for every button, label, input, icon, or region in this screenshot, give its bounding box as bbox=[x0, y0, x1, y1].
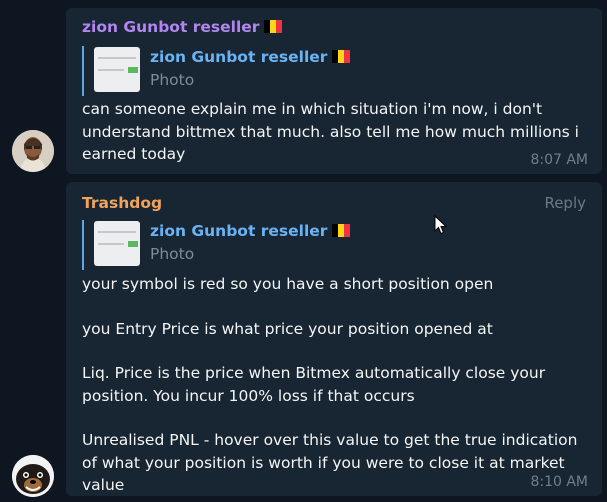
reply-sender: zion Gunbot reseller bbox=[150, 222, 351, 240]
avatar-image bbox=[12, 130, 54, 172]
reply-button[interactable]: Reply bbox=[544, 194, 586, 212]
user-avatar-zion[interactable] bbox=[12, 130, 54, 172]
mouse-cursor-icon bbox=[434, 215, 448, 235]
sender-label: zion Gunbot reseller bbox=[82, 18, 260, 36]
reply-sender-label: zion Gunbot reseller bbox=[150, 48, 328, 66]
message-paragraph: you Entry Price is what price your posit… bbox=[82, 319, 493, 338]
sender-name[interactable]: zion Gunbot reseller bbox=[82, 18, 283, 36]
sender-name[interactable]: Trashdog bbox=[82, 194, 162, 212]
message-paragraph: Liq. Price is the price when Bitmex auto… bbox=[82, 364, 546, 405]
message-bubble[interactable]: Trashdog Reply zion Gunbot reseller Phot… bbox=[66, 182, 602, 496]
avatar-image bbox=[12, 455, 54, 497]
belgium-flag-icon bbox=[332, 224, 351, 237]
message-time: 8:07 AM bbox=[530, 152, 588, 168]
reply-sender-label: zion Gunbot reseller bbox=[150, 222, 328, 240]
reply-media-type: Photo bbox=[150, 71, 195, 89]
reply-media-type: Photo bbox=[150, 245, 195, 263]
photo-thumbnail bbox=[94, 47, 140, 92]
reply-sender: zion Gunbot reseller bbox=[150, 48, 351, 66]
belgium-flag-icon bbox=[264, 20, 283, 33]
belgium-flag-icon bbox=[332, 50, 351, 63]
message-paragraph: can someone explain me in which situatio… bbox=[82, 100, 579, 163]
message-text: your symbol is red so you have a short p… bbox=[82, 273, 590, 497]
message-paragraph: Unrealised PNL - hover over this value t… bbox=[82, 431, 578, 494]
message-bubble[interactable]: zion Gunbot reseller zion Gunbot reselle… bbox=[66, 8, 602, 174]
reply-preview[interactable]: zion Gunbot reseller Photo bbox=[82, 46, 354, 96]
photo-thumbnail bbox=[94, 221, 140, 266]
user-avatar-trashdog[interactable] bbox=[12, 455, 54, 497]
message-text: can someone explain me in which situatio… bbox=[82, 98, 590, 166]
message-time: 8:10 AM bbox=[530, 474, 588, 490]
reply-preview[interactable]: zion Gunbot reseller Photo bbox=[82, 220, 354, 270]
message-paragraph: your symbol is red so you have a short p… bbox=[82, 275, 494, 293]
